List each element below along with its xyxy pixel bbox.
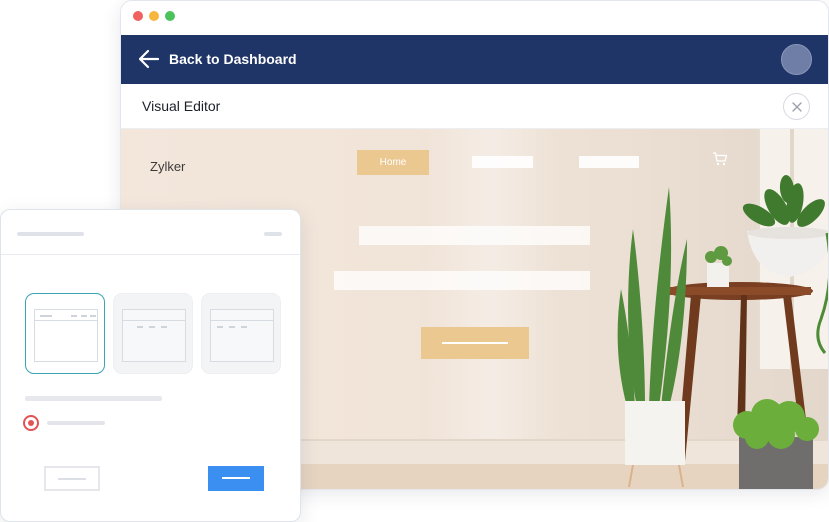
close-icon: [792, 102, 802, 112]
close-editor-button[interactable]: [783, 93, 810, 120]
cancel-button[interactable]: [44, 466, 100, 491]
plants-illustration: [617, 175, 828, 489]
apply-button[interactable]: [208, 466, 264, 491]
site-nav-item-placeholder[interactable]: [472, 156, 533, 168]
layout-option-selected[interactable]: [25, 293, 105, 374]
editor-toolbar: Visual Editor: [121, 84, 828, 129]
back-to-dashboard-link[interactable]: Back to Dashboard: [169, 51, 297, 67]
close-window-dot[interactable]: [133, 11, 143, 21]
site-brand-logo[interactable]: Zylker: [150, 159, 185, 174]
radio-button[interactable]: [23, 415, 39, 431]
panel-header: [1, 210, 300, 255]
site-nav-home[interactable]: Home: [357, 150, 429, 175]
radio-label-placeholder: [47, 421, 105, 425]
cart-icon[interactable]: [712, 151, 728, 167]
avatar[interactable]: [781, 44, 812, 75]
window-titlebar: [121, 1, 828, 35]
layout-settings-panel: [0, 209, 301, 522]
page-title: Visual Editor: [142, 98, 221, 114]
option-heading-placeholder: [25, 396, 162, 401]
layout-option[interactable]: [113, 293, 193, 374]
arrow-left-icon[interactable]: [138, 48, 160, 70]
panel-title-placeholder: [17, 232, 84, 236]
app-header: Back to Dashboard: [121, 35, 828, 84]
minimize-window-dot[interactable]: [149, 11, 159, 21]
layout-option[interactable]: [201, 293, 281, 374]
maximize-window-dot[interactable]: [165, 11, 175, 21]
panel-action-placeholder[interactable]: [264, 232, 282, 236]
site-nav-item-placeholder[interactable]: [579, 156, 639, 168]
